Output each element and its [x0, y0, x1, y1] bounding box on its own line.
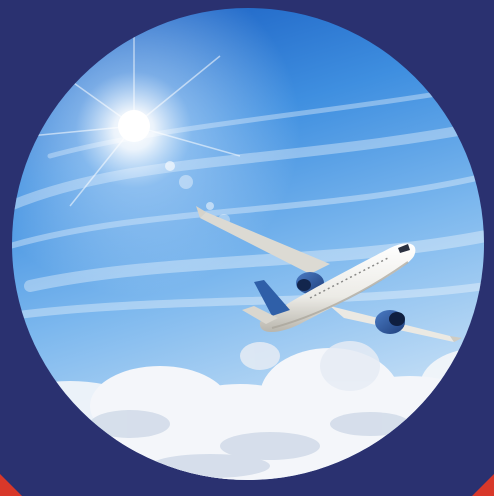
red-corner-right	[472, 474, 494, 496]
red-corner-left	[0, 474, 22, 496]
page	[0, 0, 494, 496]
circular-photo	[10, 6, 486, 482]
airplane-photo	[12, 8, 484, 480]
